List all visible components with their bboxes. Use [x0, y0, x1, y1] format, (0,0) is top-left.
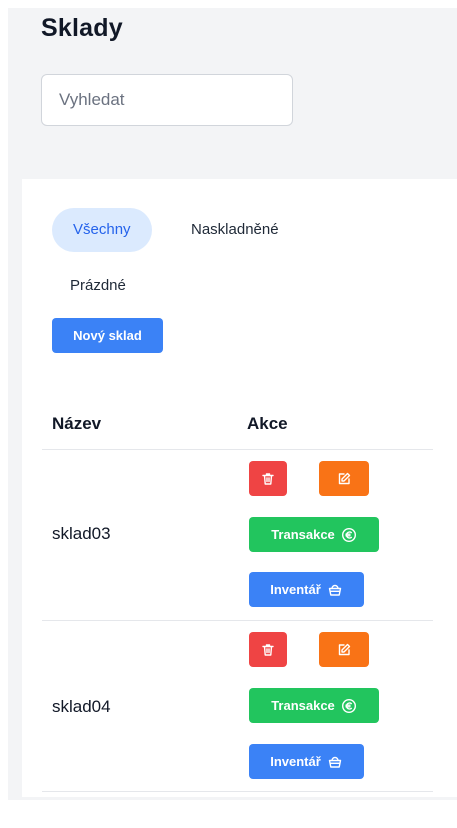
euro-circle-icon [341, 527, 357, 543]
transactions-button[interactable]: Transakce [249, 517, 379, 552]
tab-empty[interactable]: Prázdné [49, 264, 147, 308]
edit-icon [336, 642, 352, 658]
tab-stocked[interactable]: Naskladněné [170, 208, 300, 252]
column-header-name: Název [52, 414, 102, 433]
row-name: sklad04 [52, 697, 111, 716]
transactions-label: Transakce [271, 698, 335, 713]
warehouse-card: Všechny Naskladněné Prázdné Nový sklad N… [22, 179, 457, 797]
inventory-label: Inventář [270, 754, 321, 769]
inventory-label: Inventář [270, 582, 321, 597]
inventory-button[interactable]: Inventář [249, 744, 364, 779]
page-title: Sklady [41, 14, 123, 42]
edit-button[interactable] [319, 632, 369, 667]
basket-icon [327, 582, 343, 598]
euro-circle-icon [341, 698, 357, 714]
row-name: sklad03 [52, 524, 111, 543]
row-divider [42, 620, 433, 621]
tab-all[interactable]: Všechny [52, 208, 152, 252]
trash-icon [260, 471, 276, 487]
edit-icon [336, 471, 352, 487]
row-divider [42, 791, 433, 792]
edit-button[interactable] [319, 461, 369, 496]
trash-icon [260, 642, 276, 658]
transactions-button[interactable]: Transakce [249, 688, 379, 723]
new-warehouse-button[interactable]: Nový sklad [52, 318, 163, 353]
delete-button[interactable] [249, 461, 287, 496]
column-header-actions: Akce [247, 414, 288, 433]
search-input[interactable] [41, 74, 293, 126]
basket-icon [327, 754, 343, 770]
inventory-button[interactable]: Inventář [249, 572, 364, 607]
delete-button[interactable] [249, 632, 287, 667]
transactions-label: Transakce [271, 527, 335, 542]
row-divider [42, 449, 433, 450]
